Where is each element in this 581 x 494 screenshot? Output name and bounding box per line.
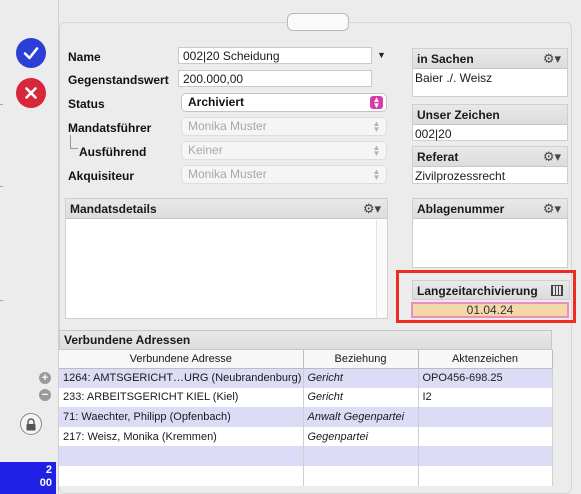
status-value: Archiviert [188, 95, 245, 109]
cell-adresse [59, 446, 304, 466]
add-address-button[interactable]: + [39, 372, 51, 384]
remove-address-button[interactable]: − [39, 389, 51, 401]
cell-beziehung: Gericht [303, 387, 419, 408]
in-sachen-title: in Sachen [417, 52, 474, 66]
ablagenummer-field[interactable] [413, 219, 567, 223]
gear-icon[interactable]: ⚙▾ [543, 147, 561, 167]
stepper-icon: ▲ ▼ [370, 96, 383, 110]
name-dropdown-arrow-icon[interactable]: ▼ [377, 50, 386, 60]
divider [0, 186, 3, 187]
status-select[interactable]: Archiviert ▲ ▼ [181, 93, 387, 112]
table-row[interactable] [59, 446, 553, 466]
ablagenummer-title: Ablagenummer [417, 202, 505, 216]
highlight-annotation [396, 270, 576, 323]
cell-aktenzeichen [418, 465, 553, 486]
stepper-icon: ▲ ▼ [372, 143, 381, 158]
cell-adresse: 71: Waechter, Philipp (Opfenbach) [59, 407, 304, 427]
cell-beziehung [303, 446, 419, 466]
ausfuehrend-label: Ausführend [79, 145, 147, 159]
column-header-aktenzeichen[interactable]: Aktenzeichen [418, 350, 553, 369]
in-sachen-panel: in Sachen ⚙▾ Baier ./. Weisz [412, 48, 568, 97]
cell-aktenzeichen [418, 426, 553, 447]
mandatsdetails-title: Mandatsdetails [70, 202, 157, 216]
stepper-icon: ▲ ▼ [372, 167, 381, 182]
cell-adresse: 233: ARBEITSGERICHT KIEL (Kiel) [59, 387, 304, 408]
left-sidebar: + − 2 00 [0, 0, 58, 494]
cell-aktenzeichen: I2 [418, 387, 553, 408]
referat-title: Referat [417, 150, 459, 164]
badge-line-1: 2 [45, 464, 52, 476]
record-count-badge: 2 00 [0, 462, 56, 494]
gegenstandswert-label: Gegenstandswert [68, 73, 169, 87]
addresses-title: Verbundene Adressen [64, 333, 191, 347]
unser-zeichen-field[interactable]: 002|20 [413, 125, 567, 143]
mandatsfuehrer-select[interactable]: Monika Muster ▲ ▼ [181, 117, 387, 136]
gear-icon[interactable]: ⚙▾ [363, 199, 381, 219]
referat-field[interactable]: Zivilprozessrecht [413, 167, 567, 185]
tree-connector [70, 135, 78, 149]
mandatsfuehrer-label: Mandatsführer [68, 121, 152, 135]
cell-beziehung [303, 465, 419, 486]
toolbar-toggle-button[interactable] [287, 13, 349, 31]
in-sachen-field[interactable]: Baier ./. Weisz [413, 69, 567, 87]
table-row[interactable]: 233: ARBEITSGERICHT KIEL (Kiel) Gericht … [59, 387, 553, 408]
lock-button[interactable] [20, 413, 42, 435]
cell-adresse: 1264: AMTSGERICHT…URG (Neubrandenburg) [59, 368, 304, 388]
lock-icon [26, 417, 36, 430]
unser-zeichen-title: Unser Zeichen [417, 108, 500, 122]
ausfuehrend-select[interactable]: Keiner ▲ ▼ [181, 141, 387, 160]
badge-line-2: 00 [39, 477, 52, 489]
stepper-icon: ▲ ▼ [372, 119, 381, 134]
name-field[interactable]: 002|20 Scheidung [178, 47, 372, 64]
x-icon [25, 87, 37, 99]
akquisiteur-label: Akquisiteur [68, 169, 135, 183]
addresses-table: Verbundene Adresse Beziehung Aktenzeiche… [59, 350, 553, 486]
addresses-header: Verbundene Adressen [59, 330, 552, 350]
cell-beziehung: Gericht [303, 368, 419, 388]
mandatsdetails-textarea[interactable] [66, 219, 387, 223]
gear-icon[interactable]: ⚙▾ [543, 49, 561, 69]
column-header-beziehung[interactable]: Beziehung [303, 350, 419, 369]
cell-beziehung: Anwalt Gegenpartei [303, 407, 419, 427]
table-row[interactable]: 1264: AMTSGERICHT…URG (Neubrandenburg) G… [59, 368, 553, 388]
unser-zeichen-header: Unser Zeichen [413, 105, 567, 125]
gear-icon[interactable]: ⚙▾ [543, 199, 561, 219]
cell-aktenzeichen [418, 407, 553, 427]
mandatsdetails-header: Mandatsdetails ⚙▾ [66, 199, 387, 219]
name-label: Name [68, 50, 101, 64]
referat-panel: Referat ⚙▾ Zivilprozessrecht [412, 146, 568, 184]
checkmark-icon [23, 47, 39, 60]
status-label: Status [68, 97, 105, 111]
akquisiteur-select[interactable]: Monika Muster ▲ ▼ [181, 165, 387, 184]
table-row[interactable] [59, 465, 553, 486]
divider [0, 300, 3, 301]
ausfuehrend-value: Keiner [188, 143, 223, 157]
ablagenummer-header: Ablagenummer ⚙▾ [413, 199, 567, 219]
cell-beziehung: Gegenpartei [303, 426, 419, 447]
cell-aktenzeichen: OPO456-698.25 [418, 368, 553, 388]
cell-adresse: 217: Weisz, Monika (Kremmen) [59, 426, 304, 447]
divider [0, 104, 3, 105]
cancel-button[interactable] [16, 78, 46, 108]
table-header-row: Verbundene Adresse Beziehung Aktenzeiche… [59, 350, 553, 369]
referat-header: Referat ⚙▾ [413, 147, 567, 167]
akquisiteur-value: Monika Muster [188, 167, 267, 181]
confirm-button[interactable] [16, 38, 46, 68]
in-sachen-header: in Sachen ⚙▾ [413, 49, 567, 69]
mandatsdetails-panel: Mandatsdetails ⚙▾ [65, 198, 388, 319]
unser-zeichen-panel: Unser Zeichen 002|20 [412, 104, 568, 141]
table-row[interactable]: 217: Weisz, Monika (Kremmen) Gegenpartei [59, 426, 553, 447]
mandatsfuehrer-value: Monika Muster [188, 119, 267, 133]
cell-aktenzeichen [418, 446, 553, 466]
ablagenummer-panel: Ablagenummer ⚙▾ [412, 198, 568, 268]
mandatsdetails-scrollbar[interactable] [376, 220, 387, 318]
cell-adresse [59, 465, 304, 486]
table-row[interactable]: 71: Waechter, Philipp (Opfenbach) Anwalt… [59, 407, 553, 427]
gegenstandswert-field[interactable]: 200.000,00 [178, 70, 372, 87]
column-header-adresse[interactable]: Verbundene Adresse [59, 350, 304, 369]
